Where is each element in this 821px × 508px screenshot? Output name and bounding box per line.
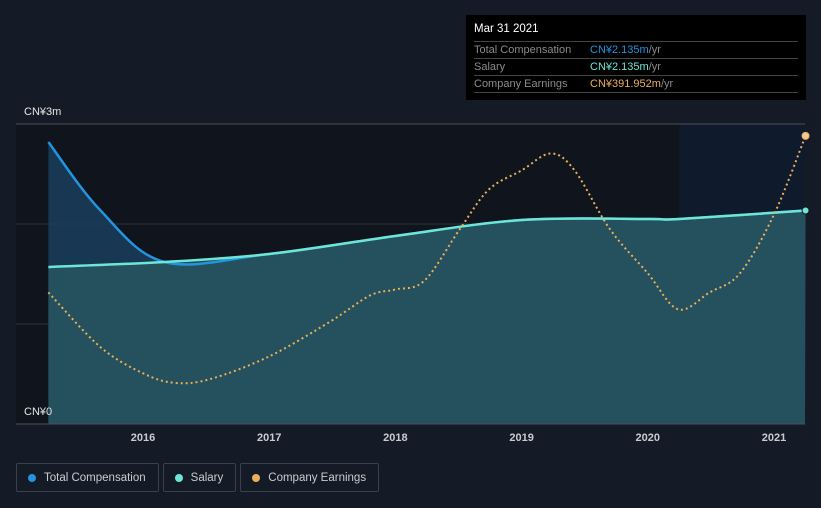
tooltip-value: CN¥2.135m xyxy=(590,61,649,73)
legend-item[interactable]: Company Earnings xyxy=(240,463,380,492)
tooltip-label: Total Compensation xyxy=(474,44,572,56)
tooltip-value: CN¥391.952m xyxy=(590,78,661,90)
earnings-end-point xyxy=(801,131,810,140)
legend-dot-icon xyxy=(174,473,183,482)
y-axis-bottom-label: CN¥0 xyxy=(24,406,53,418)
legend-item[interactable]: Total Compensation xyxy=(16,463,159,492)
x-tick-label: 2017 xyxy=(257,432,281,444)
tooltip-value: CN¥2.135m xyxy=(590,44,649,56)
legend-item[interactable]: Salary xyxy=(162,463,237,492)
x-tick-label: 2019 xyxy=(509,432,533,444)
legend: Total Compensation Salary Company Earnings xyxy=(16,463,380,492)
legend-label: Total Compensation xyxy=(44,471,146,484)
y-axis-top-label: CN¥3m xyxy=(24,106,62,118)
legend-label: Company Earnings xyxy=(268,471,367,484)
tooltip-unit: /yr xyxy=(648,44,661,56)
legend-dot-icon xyxy=(252,473,261,482)
x-tick-label: 2016 xyxy=(131,432,155,444)
tooltip-unit: /yr xyxy=(648,61,661,73)
tooltip-label: Salary xyxy=(474,61,506,73)
legend-dot-icon xyxy=(28,473,36,482)
x-tick-label: 2018 xyxy=(383,432,407,444)
x-tick-label: 2021 xyxy=(762,432,786,444)
tooltip-label: Company Earnings xyxy=(474,78,568,90)
tooltip-date: Mar 31 2021 xyxy=(474,23,539,35)
x-tick-label: 2020 xyxy=(636,432,660,444)
legend-label: Salary xyxy=(190,471,224,484)
tooltip-row: Salary CN¥2.135m /yr xyxy=(474,58,798,75)
tooltip-row: Company Earnings CN¥391.952m /yr xyxy=(474,75,798,93)
tooltip-row: Total Compensation CN¥2.135m /yr xyxy=(474,41,798,58)
salary-end-point xyxy=(801,206,810,215)
tooltip: Mar 31 2021 Total Compensation CN¥2.135m … xyxy=(466,15,806,100)
tooltip-unit: /yr xyxy=(660,78,674,90)
